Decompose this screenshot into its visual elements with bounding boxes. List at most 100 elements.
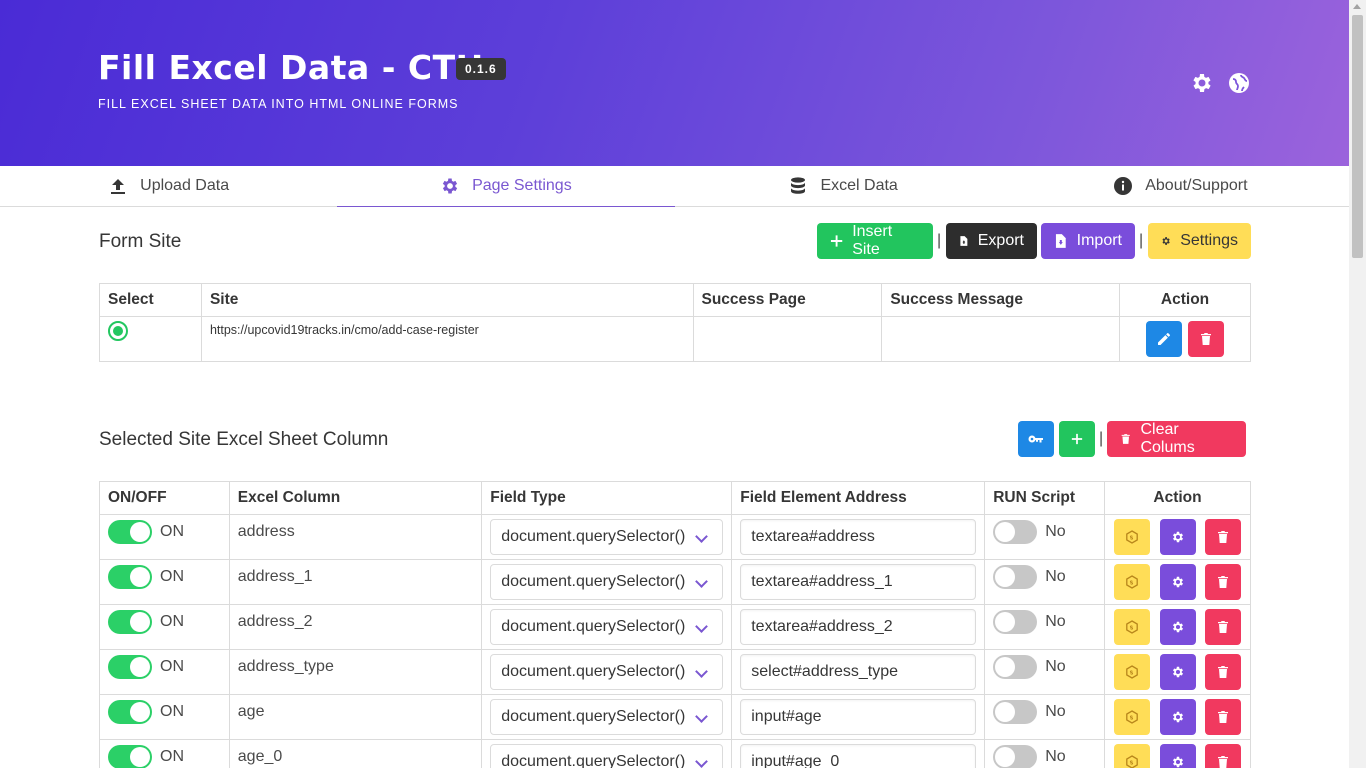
- delete-column-button[interactable]: [1204, 609, 1241, 645]
- field-type-value: document.querySelector(): [501, 753, 686, 768]
- field-address-input[interactable]: input#age_0: [740, 744, 977, 768]
- run-script-toggle[interactable]: [993, 520, 1038, 544]
- chevron-down-icon: [695, 755, 709, 768]
- run-script-label: No: [1045, 568, 1066, 585]
- field-type-select[interactable]: document.querySelector(): [490, 609, 724, 645]
- gear-icon[interactable]: [1190, 71, 1214, 95]
- on-off-toggle[interactable]: [108, 655, 152, 679]
- col-header-on-off: ON/OFF: [99, 481, 230, 515]
- run-script-toggle[interactable]: [993, 610, 1038, 634]
- delete-column-button[interactable]: [1204, 699, 1241, 735]
- clear-columns-button[interactable]: Clear Colums: [1107, 421, 1246, 457]
- run-script-toggle[interactable]: [993, 655, 1038, 679]
- scroll-thumb[interactable]: [1352, 15, 1363, 258]
- nodejs-icon: [1126, 755, 1139, 768]
- column-settings-button[interactable]: [1159, 744, 1196, 768]
- nodejs-icon: [1126, 530, 1139, 544]
- excel-column-name: address_2: [228, 604, 483, 650]
- export-label: Export: [977, 232, 1024, 249]
- insert-site-button[interactable]: Insert Site: [817, 223, 933, 259]
- trash-icon: [1217, 531, 1228, 543]
- tab-label: Page Settings: [472, 177, 572, 194]
- tab-page-settings[interactable]: Page Settings: [337, 166, 675, 207]
- script-button[interactable]: [1114, 519, 1151, 555]
- site-url: https://upcovid19tracks.in/cmo/add-case-…: [200, 316, 694, 362]
- delete-column-button[interactable]: [1204, 519, 1241, 555]
- script-button[interactable]: [1114, 564, 1151, 600]
- script-button[interactable]: [1114, 744, 1151, 768]
- field-address-input[interactable]: textarea#address_2: [740, 609, 977, 645]
- nodejs-icon: [1126, 620, 1139, 634]
- clear-columns-label: Clear Colums: [1140, 421, 1195, 456]
- run-script-toggle[interactable]: [993, 700, 1038, 724]
- field-type-select[interactable]: document.querySelector(): [490, 699, 724, 735]
- field-type-select[interactable]: document.querySelector(): [490, 564, 724, 600]
- run-script-label: No: [1045, 748, 1066, 765]
- gear-icon: [1162, 237, 1170, 245]
- on-off-toggle[interactable]: [108, 520, 152, 544]
- app-title: Fill Excel Data - CTH: [98, 48, 484, 87]
- run-script-label: No: [1045, 703, 1066, 720]
- run-script-toggle[interactable]: [993, 745, 1038, 768]
- excel-column-name: address_type: [228, 649, 483, 695]
- column-settings-button[interactable]: [1159, 699, 1196, 735]
- col-header-excel-column: Excel Column: [228, 481, 483, 515]
- on-off-toggle[interactable]: [108, 565, 152, 589]
- on-off-toggle[interactable]: [108, 610, 152, 634]
- field-address-input[interactable]: textarea#address: [740, 519, 977, 555]
- on-off-toggle[interactable]: [108, 700, 152, 724]
- on-off-label: ON: [160, 568, 184, 585]
- page-scrollbar[interactable]: [1349, 0, 1366, 768]
- delete-column-button[interactable]: [1204, 654, 1241, 690]
- chevron-down-icon: [695, 620, 709, 633]
- field-type-value: document.querySelector(): [501, 528, 686, 545]
- tab-label: Excel Data: [820, 177, 898, 194]
- field-address-input[interactable]: select#address_type: [740, 654, 977, 690]
- key-button[interactable]: [1018, 421, 1054, 457]
- column-settings-button[interactable]: [1159, 564, 1196, 600]
- form-site-title: Form Site: [99, 231, 182, 252]
- settings-button[interactable]: Settings: [1148, 223, 1251, 259]
- edit-site-button[interactable]: [1145, 321, 1182, 357]
- col-header-success-page: Success Page: [692, 283, 883, 317]
- table-row: ON address_1 document.querySelector() te…: [99, 559, 1251, 605]
- run-script-label: No: [1045, 613, 1066, 630]
- file-import-icon: [1055, 234, 1066, 248]
- table-row: https://upcovid19tracks.in/cmo/add-case-…: [99, 316, 1251, 362]
- column-settings-button[interactable]: [1159, 609, 1196, 645]
- on-off-toggle[interactable]: [108, 745, 152, 768]
- delete-column-button[interactable]: [1204, 744, 1241, 768]
- script-button[interactable]: [1114, 609, 1151, 645]
- script-button[interactable]: [1114, 699, 1151, 735]
- import-button[interactable]: Import: [1041, 223, 1135, 259]
- gear-icon: [1172, 576, 1183, 588]
- table-row: ON age document.querySelector() input#ag…: [99, 694, 1251, 740]
- column-settings-button[interactable]: [1159, 654, 1196, 690]
- excel-column-name: age_0: [228, 739, 483, 768]
- field-type-select[interactable]: document.querySelector(): [490, 744, 724, 768]
- column-settings-button[interactable]: [1159, 519, 1196, 555]
- on-off-label: ON: [160, 748, 184, 765]
- trash-icon: [1121, 434, 1130, 444]
- script-button[interactable]: [1114, 654, 1151, 690]
- export-button[interactable]: Export: [946, 223, 1037, 259]
- field-type-select[interactable]: document.querySelector(): [490, 519, 724, 555]
- field-address-input[interactable]: textarea#address_1: [740, 564, 977, 600]
- delete-site-button[interactable]: [1188, 321, 1225, 357]
- run-script-toggle[interactable]: [993, 565, 1038, 589]
- nodejs-icon: [1126, 665, 1139, 679]
- separator: |: [937, 232, 942, 249]
- add-column-button[interactable]: [1059, 421, 1095, 457]
- site-select-radio[interactable]: [108, 321, 128, 341]
- tab-about-support[interactable]: About/Support: [1012, 166, 1349, 206]
- delete-column-button[interactable]: [1204, 564, 1241, 600]
- scroll-up-arrow[interactable]: [1353, 4, 1361, 9]
- app-subtitle: FILL EXCEL SHEET DATA INTO HTML ONLINE F…: [98, 97, 459, 111]
- tab-upload-data[interactable]: Upload Data: [0, 166, 337, 206]
- globe-icon[interactable]: [1227, 71, 1251, 95]
- success-page-cell: [692, 316, 883, 362]
- chevron-down-icon: [695, 665, 709, 678]
- field-address-input[interactable]: input#age: [740, 699, 977, 735]
- tab-excel-data[interactable]: Excel Data: [675, 166, 1012, 206]
- field-type-select[interactable]: document.querySelector(): [490, 654, 724, 690]
